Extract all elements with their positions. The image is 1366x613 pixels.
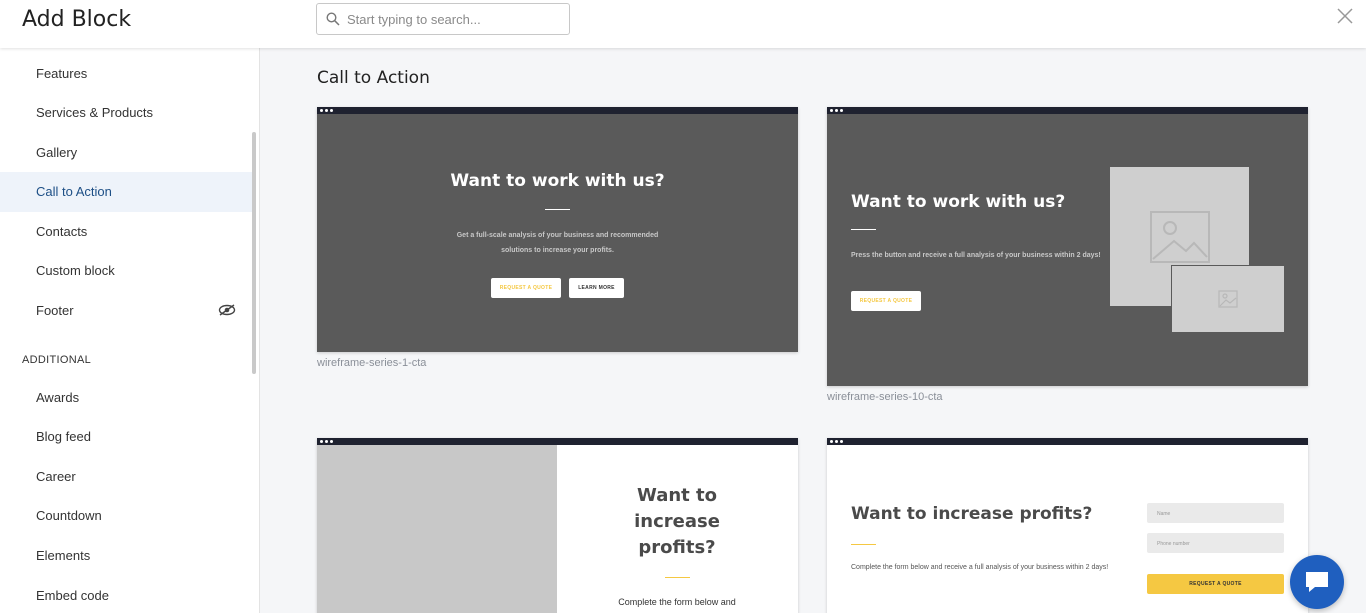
sidebar-item-features[interactable]: Features bbox=[0, 54, 256, 94]
image-icon bbox=[1150, 211, 1210, 263]
card-preview: Want to increase profits? Complete the f… bbox=[827, 445, 1308, 613]
card-text: Complete the form below and receive a fu… bbox=[851, 564, 1109, 571]
sidebar-item-label: Countdown bbox=[36, 508, 102, 523]
sidebar-item-contacts[interactable]: Contacts bbox=[0, 212, 256, 252]
card-window-bar bbox=[827, 438, 1308, 445]
card-window-bar bbox=[317, 107, 798, 114]
sidebar-item-label: Call to Action bbox=[36, 184, 112, 199]
sidebar-item-awards[interactable]: Awards bbox=[0, 378, 256, 418]
image-placeholder bbox=[317, 445, 557, 613]
card-window-bar bbox=[827, 107, 1308, 114]
block-card-cta-10[interactable]: Want to work with us? Press the button a… bbox=[827, 107, 1308, 386]
card-preview: Want to increase profits? Complete the f… bbox=[317, 445, 798, 613]
block-card-cta-3[interactable]: Want to increase profits? Complete the f… bbox=[317, 438, 798, 613]
eye-hidden-icon[interactable] bbox=[218, 303, 236, 317]
card-heading: Want to work with us? bbox=[450, 171, 665, 191]
sidebar-item-label: Awards bbox=[36, 390, 80, 405]
sidebar-heading-additional: ADDITIONAL bbox=[22, 354, 92, 366]
card-caption: wireframe-series-1-cta bbox=[317, 357, 427, 369]
request-quote-button: REQUEST A QUOTE bbox=[491, 278, 561, 298]
phone-field: Phone number bbox=[1147, 533, 1284, 553]
sidebar-item-label: Career bbox=[36, 469, 76, 484]
close-icon[interactable] bbox=[1334, 5, 1356, 27]
sidebar-item-label: Blog feed bbox=[36, 429, 91, 444]
card-preview: Want to work with us? Get a full-scale a… bbox=[317, 114, 798, 352]
sidebar-item-label: Elements bbox=[36, 548, 91, 563]
sidebar-item-services-products[interactable]: Services & Products bbox=[0, 93, 256, 133]
sidebar-item-custom-block[interactable]: Custom block bbox=[0, 251, 256, 291]
search-box[interactable] bbox=[316, 3, 570, 35]
image-icon bbox=[1218, 290, 1238, 308]
sidebar-item-label: Gallery bbox=[36, 145, 78, 160]
card-preview: Want to work with us? Press the button a… bbox=[827, 114, 1308, 386]
learn-more-button: LEARN MORE bbox=[569, 278, 624, 298]
sidebar: Features Services & Products Gallery Cal… bbox=[0, 48, 260, 613]
divider bbox=[851, 544, 876, 545]
sidebar-item-label: Footer bbox=[36, 303, 74, 318]
divider bbox=[545, 209, 570, 210]
card-text: Complete the form below and bbox=[618, 597, 736, 607]
card-heading: Want to increase profits? bbox=[634, 485, 720, 558]
sidebar-item-career[interactable]: Career bbox=[0, 457, 256, 497]
sidebar-item-label: Embed code bbox=[36, 588, 109, 603]
sidebar-item-embed-code[interactable]: Embed code bbox=[0, 576, 256, 613]
card-heading: Want to work with us? bbox=[851, 192, 1066, 212]
sidebar-item-label: Custom block bbox=[36, 263, 115, 278]
sidebar-item-gallery[interactable]: Gallery bbox=[0, 133, 256, 173]
sidebar-item-countdown[interactable]: Countdown bbox=[0, 496, 256, 536]
page-title: Add Block bbox=[22, 7, 132, 32]
card-caption: wireframe-series-10-cta bbox=[827, 391, 943, 403]
search-input[interactable] bbox=[347, 5, 562, 33]
sidebar-item-call-to-action[interactable]: Call to Action bbox=[0, 172, 256, 212]
sidebar-scrollbar[interactable] bbox=[252, 132, 256, 374]
sidebar-item-label: Contacts bbox=[36, 224, 88, 239]
chat-widget-button[interactable] bbox=[1290, 555, 1344, 609]
chat-bubble-icon bbox=[1306, 572, 1328, 592]
name-field: Name bbox=[1147, 503, 1284, 523]
block-card-cta-1[interactable]: Want to work with us? Get a full-scale a… bbox=[317, 107, 798, 352]
request-quote-button: REQUEST A QUOTE bbox=[1147, 574, 1284, 594]
card-heading: Want to increase profits? bbox=[851, 504, 1093, 524]
search-icon bbox=[326, 12, 340, 26]
block-card-cta-4[interactable]: Want to increase profits? Complete the f… bbox=[827, 438, 1308, 613]
section-title: Call to Action bbox=[317, 68, 430, 88]
card-window-bar bbox=[317, 438, 798, 445]
card-text: Get a full-scale analysis of your busine… bbox=[456, 232, 659, 254]
divider bbox=[665, 577, 690, 578]
sidebar-item-label: Services & Products bbox=[36, 105, 154, 120]
main-content: Call to Action Want to work with us? Get… bbox=[261, 48, 1366, 613]
sidebar-item-elements[interactable]: Elements bbox=[0, 536, 256, 576]
top-bar: Add Block bbox=[0, 0, 1366, 48]
divider bbox=[851, 229, 876, 230]
image-placeholder-small bbox=[1171, 265, 1284, 332]
request-quote-button: REQUEST A QUOTE bbox=[851, 291, 921, 311]
sidebar-item-blog-feed[interactable]: Blog feed bbox=[0, 417, 256, 457]
sidebar-item-label: Features bbox=[36, 66, 88, 81]
card-text: Press the button and receive a full anal… bbox=[851, 252, 1101, 259]
